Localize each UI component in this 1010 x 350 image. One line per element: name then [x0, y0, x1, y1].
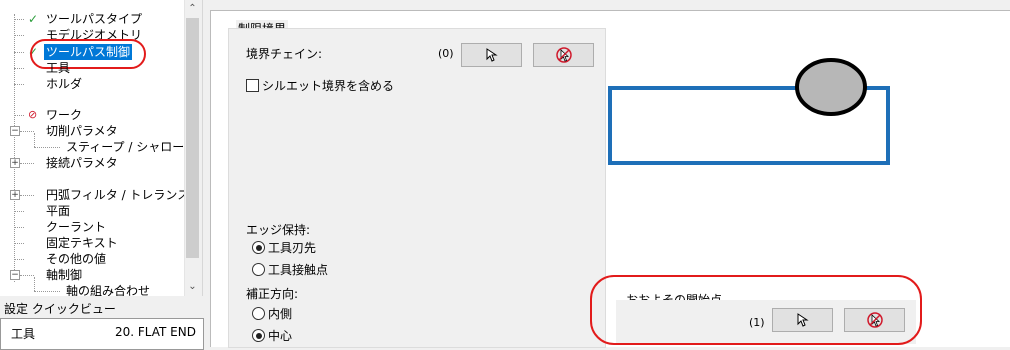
highlight-ellipse — [590, 275, 922, 345]
include-silhouette-checkbox[interactable]: シルエット境界を含める — [246, 77, 394, 94]
boundary-preview — [608, 58, 890, 165]
tool-circle — [795, 58, 867, 116]
quickview-panel: 工具 20. FLAT END — [0, 318, 204, 350]
edge-hold-label: エッジ保持: — [246, 223, 311, 237]
tree-connector-line — [14, 14, 15, 282]
boundary-chain-count: (0) — [438, 47, 454, 60]
clear-chain-button[interactable] — [533, 43, 594, 67]
compensation-label: 補正方向: — [246, 287, 299, 301]
quickview-key: 工具 — [11, 327, 36, 341]
check-icon: ✓ — [28, 12, 39, 26]
select-chain-button[interactable] — [461, 43, 522, 67]
operation-tree: ✓ ツールパスタイプ モデルジオメトリ ✓ ツールパス制御 工具 ホルダ ⊘ ワ… — [0, 0, 203, 296]
scroll-down-icon[interactable]: ⌄ — [186, 280, 199, 294]
quickview-value: 20. FLAT END — [115, 325, 196, 339]
radio-tool-contact[interactable]: 工具接触点 — [252, 261, 328, 278]
checkbox-box[interactable] — [246, 79, 259, 92]
radio-inside[interactable]: 内側 — [252, 305, 292, 322]
tree-scrollbar-thumb[interactable] — [186, 18, 199, 258]
radio-center[interactable]: 中心 — [252, 327, 292, 344]
clear-selection-icon — [556, 47, 572, 63]
collapse-icon[interactable]: − — [10, 270, 20, 280]
cursor-arrow-icon — [486, 48, 498, 62]
boundary-chain-label: 境界チェイン: — [246, 47, 323, 61]
scroll-up-icon[interactable]: ⌃ — [186, 2, 199, 16]
collapse-icon[interactable]: − — [10, 126, 20, 136]
expand-icon[interactable]: + — [10, 158, 20, 168]
expand-icon[interactable]: + — [10, 190, 20, 200]
radio-tool-tip[interactable]: 工具刃先 — [252, 239, 316, 256]
prohibit-icon: ⊘ — [28, 108, 38, 121]
quickview-title: 設定 クイックビュー — [4, 302, 116, 316]
